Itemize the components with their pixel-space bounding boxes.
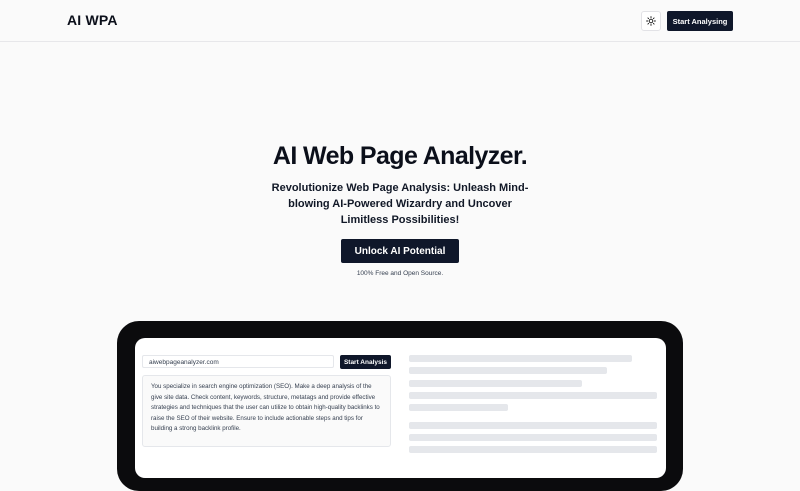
tagline: 100% Free and Open Source. [356, 270, 444, 277]
sun-icon [646, 16, 656, 26]
skeleton-line [409, 367, 607, 374]
start-analysing-button[interactable]: Start Analysing [667, 11, 733, 31]
logo[interactable]: AI WPA [67, 12, 118, 28]
url-input[interactable]: aiwebpageanalyzer.com [142, 355, 334, 368]
skeleton-line [409, 404, 508, 411]
theme-toggle-button[interactable] [641, 11, 661, 31]
prompt-textarea[interactable]: You specialize in search engine optimiza… [142, 375, 391, 447]
hero-subtitle: Revolutionize Web Page Analysis: Unleash… [271, 182, 529, 226]
page-title: AI Web Page Analyzer. [272, 142, 528, 170]
skeleton-line [409, 380, 582, 387]
start-analysis-button[interactable]: Start Analysis [340, 355, 391, 369]
top-navbar: AI WPA Start Analysing [0, 0, 800, 42]
skeleton-line [409, 392, 657, 399]
unlock-ai-potential-button[interactable]: Unlock AI Potential [341, 239, 459, 263]
skeleton-line [409, 434, 657, 441]
skeleton-line [409, 422, 657, 429]
skeleton-line [409, 355, 632, 362]
skeleton-line [409, 446, 657, 453]
